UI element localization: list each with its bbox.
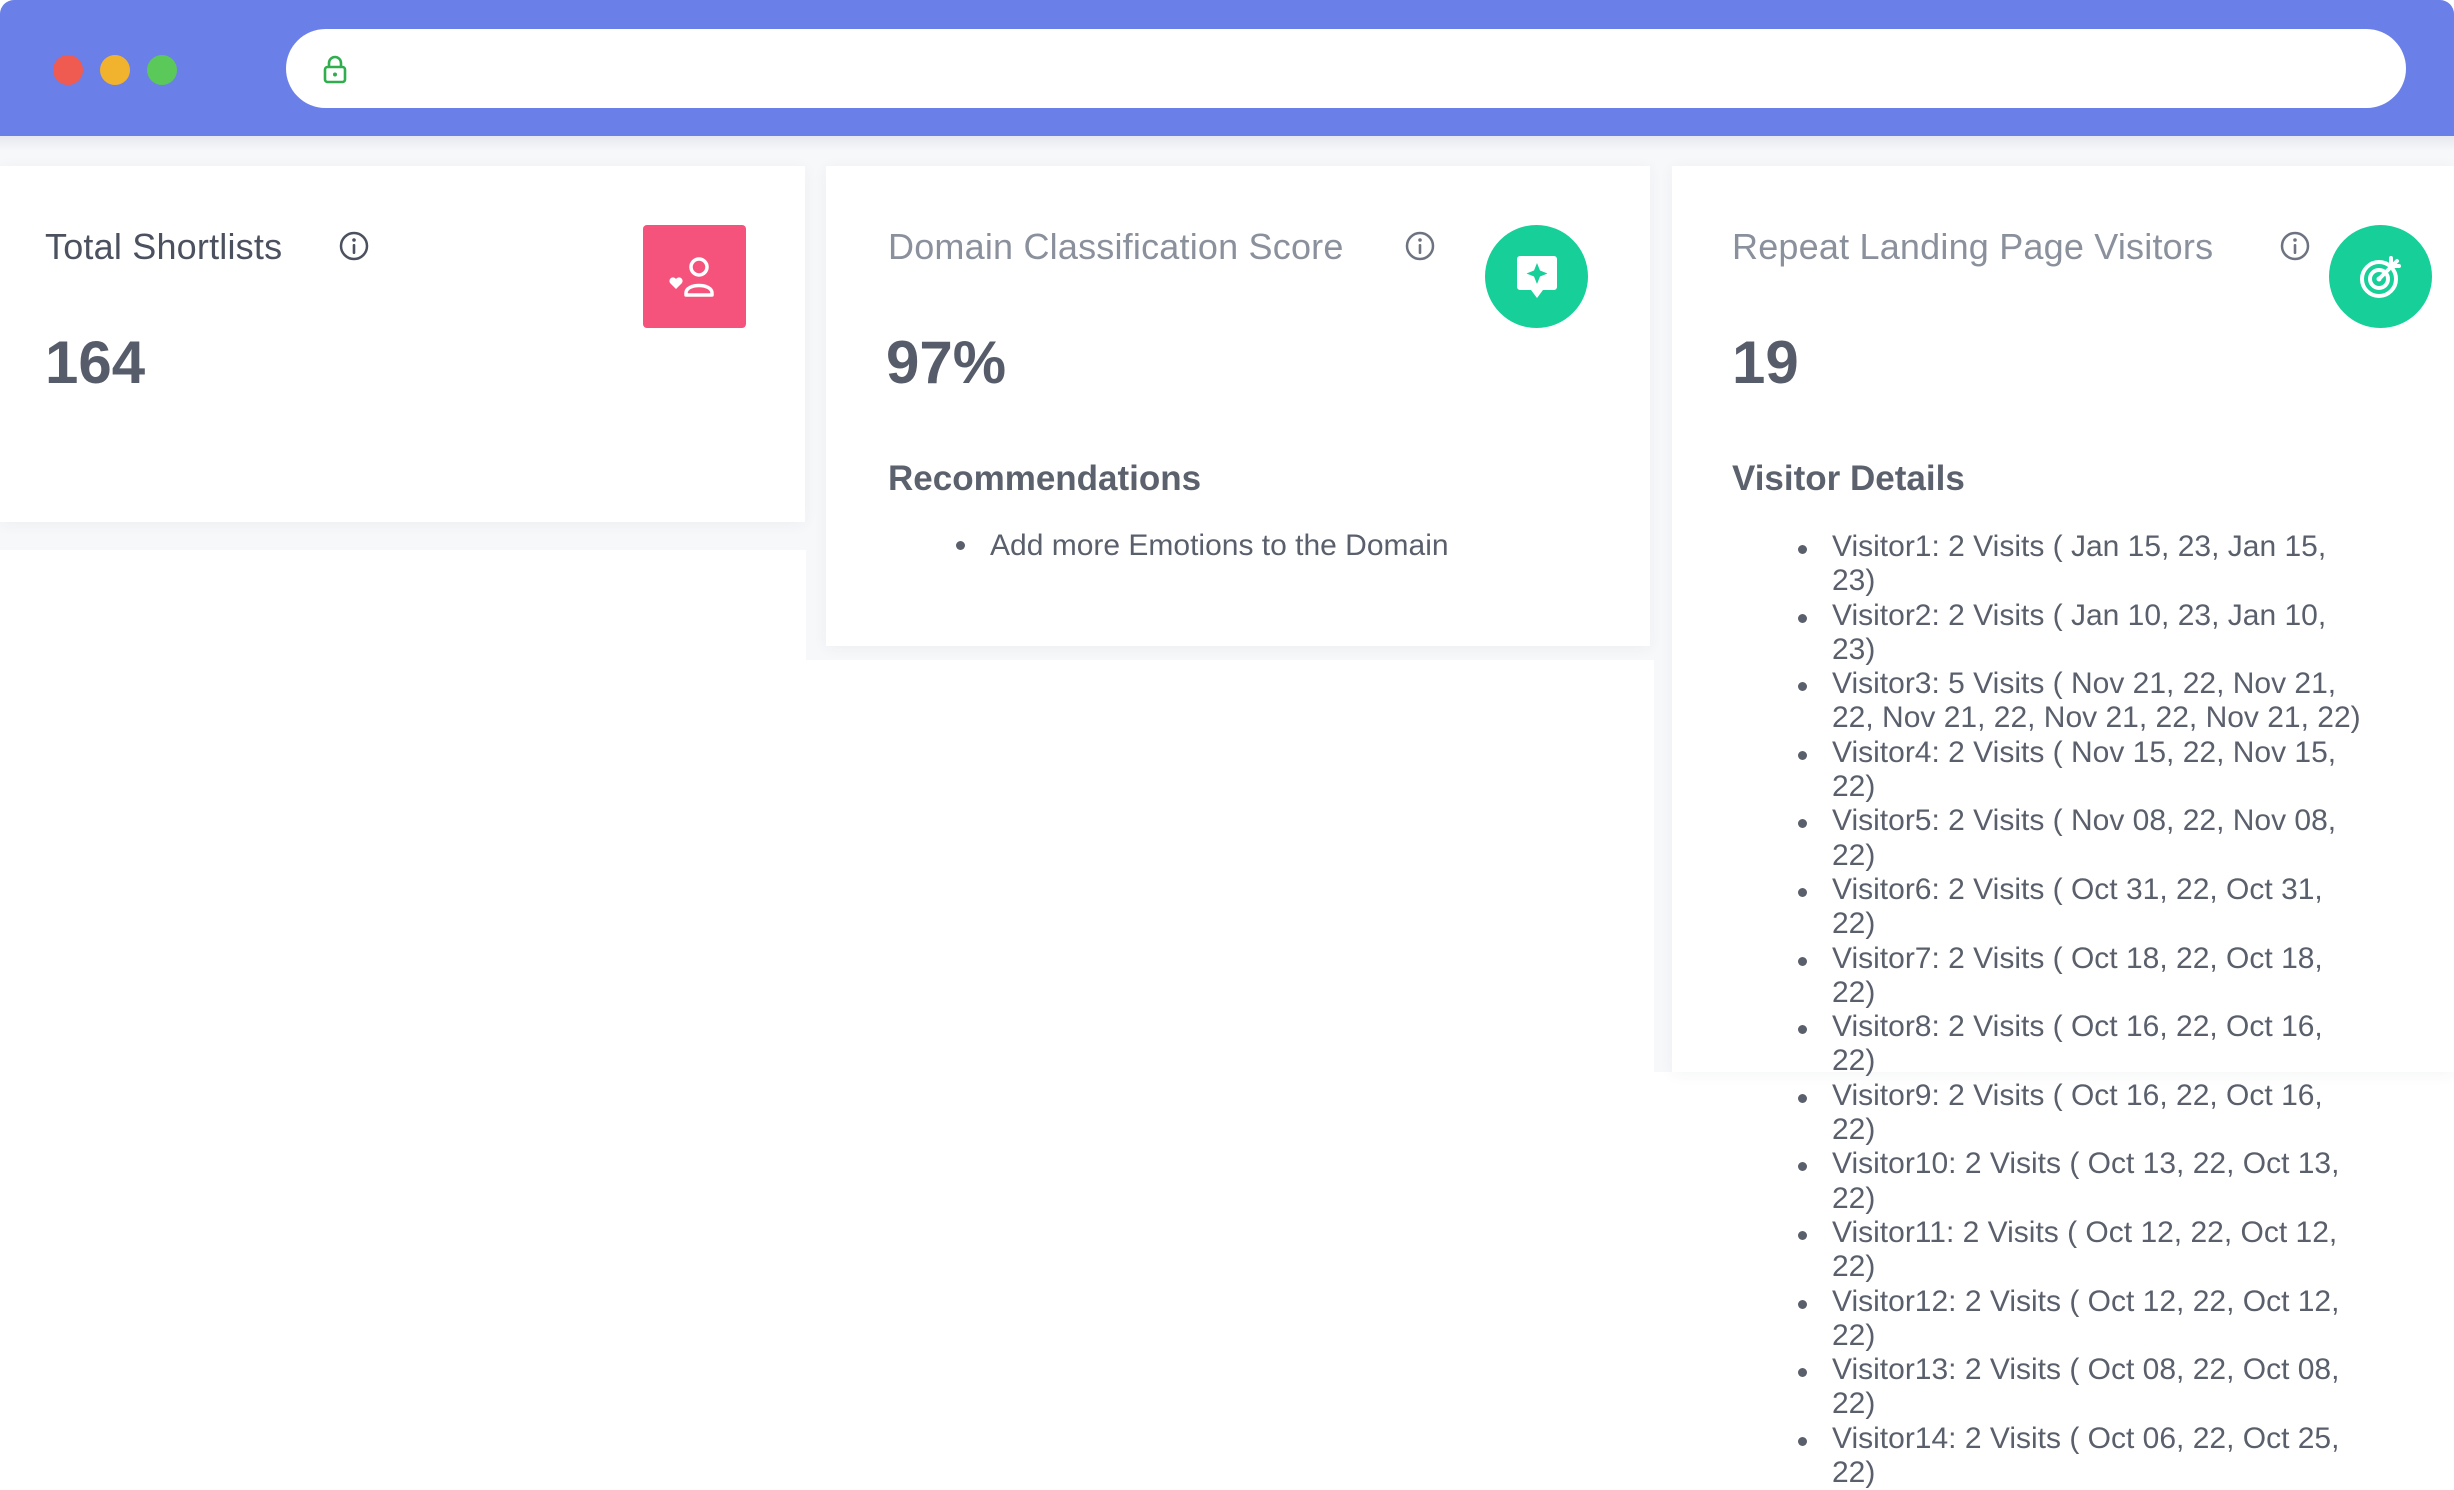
list-item: Add more Emotions to the Domain xyxy=(950,526,1630,566)
list-item: Visitor4: 2 Visits ( Nov 15, 22, Nov 15,… xyxy=(1792,736,2372,805)
info-icon[interactable] xyxy=(338,230,370,262)
visitor-details-list: Visitor1: 2 Visits ( Jan 15, 23, Jan 15,… xyxy=(1792,530,2372,1490)
list-item: Visitor8: 2 Visits ( Oct 16, 22, Oct 16,… xyxy=(1792,1010,2372,1079)
total-shortlists-card: Total Shortlists 164 xyxy=(0,166,805,522)
list-item: Visitor1: 2 Visits ( Jan 15, 23, Jan 15,… xyxy=(1792,530,2372,599)
domain-score-badge xyxy=(1485,225,1588,328)
browser-toolbar xyxy=(0,0,2454,136)
card-title: Total Shortlists xyxy=(45,226,283,267)
repeat-visitors-card: Repeat Landing Page Visitors 19 Visitor … xyxy=(1672,166,2454,1489)
minimize-window-button[interactable] xyxy=(100,55,130,85)
list-item: Visitor12: 2 Visits ( Oct 12, 22, Oct 12… xyxy=(1792,1285,2372,1354)
target-icon xyxy=(2359,255,2401,298)
address-bar[interactable] xyxy=(286,29,2406,108)
repeat-visitors-value: 19 xyxy=(1732,329,1799,396)
total-shortlists-value: 164 xyxy=(45,329,146,396)
list-item: Visitor5: 2 Visits ( Nov 08, 22, Nov 08,… xyxy=(1792,804,2372,873)
shortlists-badge xyxy=(643,225,746,328)
list-item: Visitor9: 2 Visits ( Oct 16, 22, Oct 16,… xyxy=(1792,1079,2372,1148)
list-item: Visitor11: 2 Visits ( Oct 12, 22, Oct 12… xyxy=(1792,1216,2372,1285)
list-item: Visitor2: 2 Visits ( Jan 10, 23, Jan 10,… xyxy=(1792,599,2372,668)
recommendations-list: Add more Emotions to the Domain xyxy=(950,526,1630,566)
repeat-visitors-badge xyxy=(2329,225,2432,328)
list-item: Visitor7: 2 Visits ( Oct 18, 22, Oct 18,… xyxy=(1792,942,2372,1011)
list-item: Visitor6: 2 Visits ( Oct 31, 22, Oct 31,… xyxy=(1792,873,2372,942)
lock-icon xyxy=(323,55,347,84)
card-title: Domain Classification Score xyxy=(888,226,1344,267)
close-window-button[interactable] xyxy=(53,55,83,85)
info-icon[interactable] xyxy=(2279,230,2311,262)
recommendations-heading: Recommendations xyxy=(888,459,1202,498)
sparkle-bubble-icon xyxy=(1516,255,1557,298)
visitor-details-heading: Visitor Details xyxy=(1732,459,1965,498)
list-item: Visitor13: 2 Visits ( Oct 08, 22, Oct 08… xyxy=(1792,1353,2372,1422)
info-icon[interactable] xyxy=(1404,230,1436,262)
list-item: Visitor3: 5 Visits ( Nov 21, 22, Nov 21,… xyxy=(1792,667,2372,736)
list-item: Visitor10: 2 Visits ( Oct 13, 22, Oct 13… xyxy=(1792,1147,2372,1216)
user-heart-icon xyxy=(668,256,714,297)
domain-score-value: 97% xyxy=(886,329,1007,396)
maximize-window-button[interactable] xyxy=(147,55,177,85)
card-title: Repeat Landing Page Visitors xyxy=(1732,226,2214,267)
domain-classification-card: Domain Classification Score 97% Recommen… xyxy=(826,166,1650,646)
list-item: Visitor14: 2 Visits ( Oct 06, 22, Oct 25… xyxy=(1792,1422,2372,1490)
